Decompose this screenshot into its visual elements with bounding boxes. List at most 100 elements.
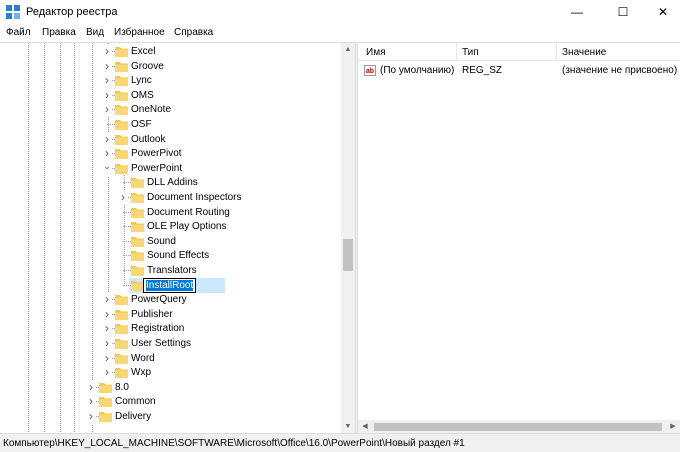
- chevron-right-icon[interactable]: ›: [102, 321, 112, 337]
- tree-item[interactable]: › Document Inspectors: [0, 190, 340, 205]
- folder-icon: [115, 309, 128, 320]
- folder-icon: [131, 265, 144, 276]
- list-horizontal-scrollbar[interactable]: ◀ ▶: [358, 420, 680, 433]
- chevron-right-icon[interactable]: ›: [102, 365, 112, 381]
- tree-item[interactable]: › User Settings: [0, 336, 340, 351]
- rename-input[interactable]: InstallRoot: [143, 277, 197, 293]
- column-separator[interactable]: [556, 43, 557, 61]
- tree-item[interactable]: InstallRoot: [0, 277, 340, 293]
- tree-item-label: Sound Effects: [147, 250, 210, 262]
- tree-item[interactable]: › OneNote: [0, 102, 340, 118]
- chevron-right-icon[interactable]: ›: [102, 131, 112, 147]
- chevron-right-icon[interactable]: ›: [102, 306, 112, 322]
- tree-item-label: Publisher: [131, 308, 173, 320]
- value-type: REG_SZ: [462, 65, 503, 76]
- tree-item[interactable]: › Common: [0, 394, 340, 410]
- tree-item[interactable]: ⌄ PowerPoint: [0, 160, 340, 176]
- menu-favorites[interactable]: Избранное: [114, 27, 165, 38]
- menu-view[interactable]: Вид: [86, 27, 104, 38]
- tree-item[interactable]: › Groove: [0, 58, 340, 74]
- registry-tree[interactable]: › Excel › Groove › Lync › OMS › OneNote OSF › Outloo…: [0, 42, 355, 433]
- tree-item[interactable]: Sound: [0, 234, 340, 249]
- tree-item[interactable]: › 8.0: [0, 379, 340, 395]
- folder-icon: [131, 192, 144, 203]
- folder-icon: [115, 323, 128, 335]
- column-name[interactable]: Имя: [366, 47, 385, 58]
- chevron-right-icon[interactable]: ›: [86, 379, 96, 395]
- scroll-up-arrow-icon[interactable]: ▲: [341, 43, 355, 57]
- folder-icon: [131, 236, 144, 247]
- menu-edit[interactable]: Правка: [42, 27, 76, 38]
- folder-icon: [115, 90, 128, 101]
- tree-item[interactable]: OSF: [0, 117, 340, 132]
- scroll-thumb[interactable]: [343, 239, 353, 271]
- close-button[interactable]: ✕: [646, 0, 680, 24]
- folder-icon: [115, 61, 128, 72]
- tree-item[interactable]: Document Routing: [0, 205, 340, 220]
- tree-item[interactable]: › Outlook: [0, 131, 340, 147]
- chevron-right-icon[interactable]: ›: [86, 394, 96, 410]
- column-separator[interactable]: [456, 43, 457, 61]
- tree-item-label: Registration: [131, 323, 185, 335]
- values-list[interactable]: Имя Тип Значение ab (По умолчанию) REG_S…: [358, 42, 680, 433]
- chevron-down-icon[interactable]: ⌄: [102, 160, 112, 176]
- tree-item[interactable]: › Delivery: [0, 409, 340, 424]
- column-type[interactable]: Тип: [462, 47, 479, 58]
- tree-item[interactable]: › Word: [0, 350, 340, 366]
- tree-guide-line: [123, 182, 131, 184]
- tree-item[interactable]: DLL Addins: [0, 175, 340, 190]
- column-value[interactable]: Значение: [562, 47, 606, 58]
- tree-item-label: PowerPivot: [131, 148, 182, 160]
- tree-item[interactable]: › Registration: [0, 321, 340, 337]
- tree-guide-line: [107, 124, 115, 125]
- tree-item[interactable]: OLE Play Options: [0, 219, 340, 234]
- folder-icon: [115, 134, 128, 145]
- folder-icon: [115, 163, 128, 174]
- chevron-right-icon[interactable]: ›: [102, 292, 112, 308]
- list-item[interactable]: ab (По умолчанию) REG_SZ (значение не пр…: [358, 63, 680, 79]
- tree-item-label: Lync: [131, 75, 152, 87]
- scroll-left-arrow-icon[interactable]: ◀: [358, 420, 372, 433]
- minimize-button[interactable]: —: [560, 0, 594, 24]
- chevron-right-icon[interactable]: ›: [102, 146, 112, 162]
- tree-item[interactable]: › Excel: [0, 44, 340, 59]
- tree-item[interactable]: › Publisher: [0, 306, 340, 322]
- chevron-right-icon[interactable]: ›: [102, 350, 112, 366]
- chevron-right-icon[interactable]: ›: [102, 336, 112, 351]
- tree-item[interactable]: › PowerQuery: [0, 292, 340, 308]
- chevron-right-icon[interactable]: ›: [102, 58, 112, 74]
- folder-icon: [131, 250, 144, 262]
- menu-file[interactable]: Файл: [6, 27, 31, 38]
- folder-icon: [115, 294, 128, 306]
- tree-guide-line: [123, 255, 131, 257]
- tree-item[interactable]: › Lync: [0, 73, 340, 89]
- title-bar: Редактор реестра — ☐ ✕: [0, 0, 680, 24]
- tree-item[interactable]: › OMS: [0, 87, 340, 103]
- scroll-down-arrow-icon[interactable]: ▼: [341, 420, 355, 433]
- chevron-right-icon[interactable]: ›: [118, 190, 128, 205]
- status-path: Компьютер\HKEY_LOCAL_MACHINE\SOFTWARE\Mi…: [3, 438, 465, 449]
- tree-item[interactable]: Translators: [0, 263, 340, 278]
- tree-item-label: Document Inspectors: [147, 192, 242, 203]
- tree-item-label: Common: [115, 396, 156, 408]
- chevron-right-icon[interactable]: ›: [102, 44, 112, 59]
- chevron-right-icon[interactable]: ›: [102, 73, 112, 89]
- maximize-button[interactable]: ☐: [606, 0, 640, 24]
- chevron-right-icon[interactable]: ›: [102, 87, 112, 103]
- tree-vertical-scrollbar[interactable]: ▲ ▼: [341, 43, 355, 433]
- tree-item-label: User Settings: [131, 338, 192, 349]
- tree-item[interactable]: › Wxp: [0, 365, 340, 381]
- tree-guide-line: [123, 226, 131, 228]
- menu-help[interactable]: Справка: [174, 27, 213, 38]
- menu-bar: Файл Правка Вид Избранное Справка: [0, 24, 680, 42]
- scroll-thumb[interactable]: [374, 423, 662, 431]
- chevron-right-icon[interactable]: ›: [102, 102, 112, 118]
- tree-item[interactable]: › PowerPivot: [0, 146, 340, 162]
- tree-item[interactable]: Sound Effects: [0, 248, 340, 263]
- value-data: (значение не присвоено): [562, 65, 678, 76]
- folder-icon: [131, 221, 144, 233]
- folder-icon: [115, 46, 128, 57]
- folder-icon: [115, 353, 128, 364]
- scroll-right-arrow-icon[interactable]: ▶: [666, 420, 680, 433]
- chevron-right-icon[interactable]: ›: [86, 409, 96, 424]
